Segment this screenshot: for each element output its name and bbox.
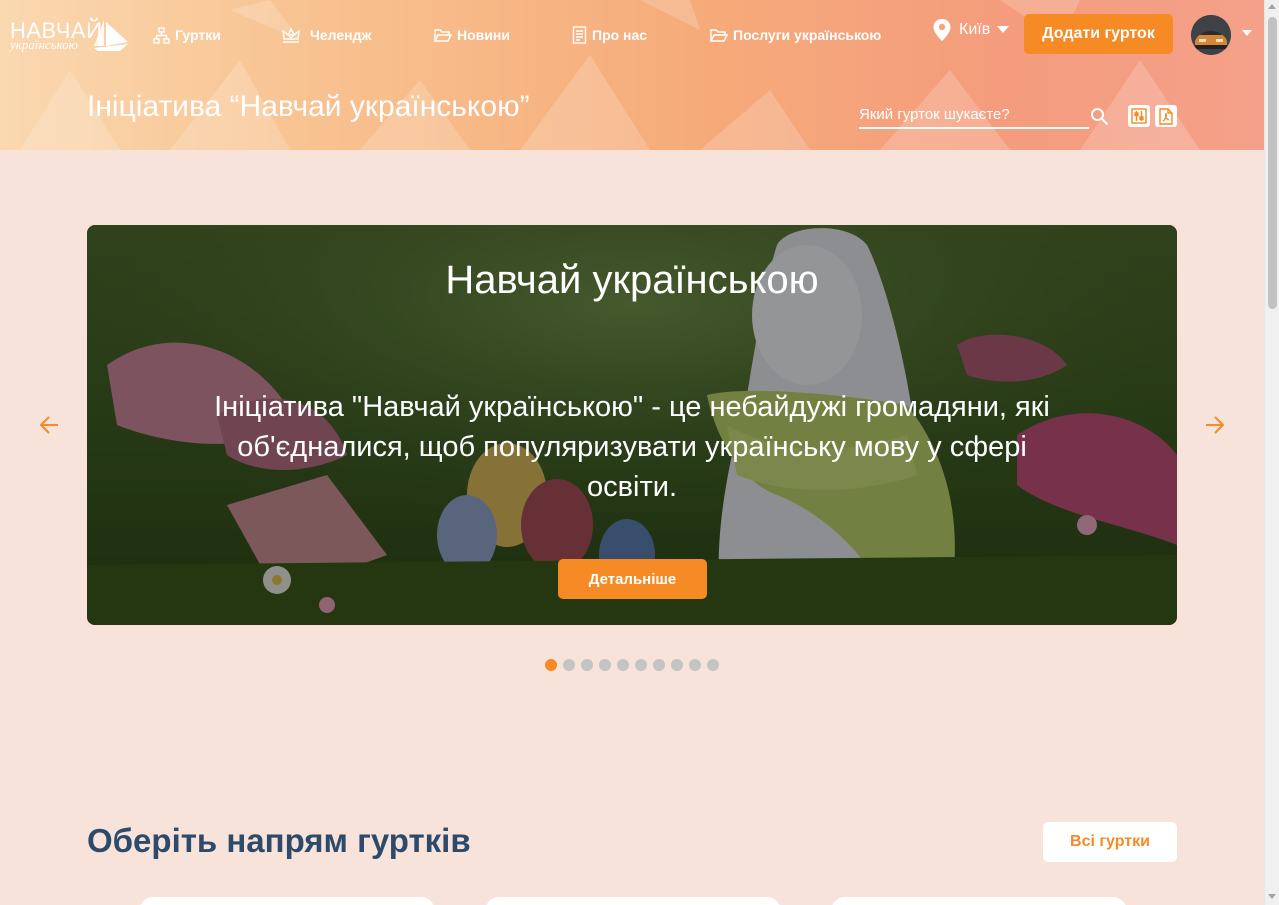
sitemap-icon xyxy=(153,26,170,44)
nav-item-label: Про нас xyxy=(592,27,648,43)
scroll-down-icon[interactable] xyxy=(1268,894,1276,899)
arrow-left-icon[interactable] xyxy=(38,414,60,436)
carousel-dot[interactable] xyxy=(563,659,575,671)
city-label: Київ xyxy=(959,21,991,38)
nav-item-label: Гуртки xyxy=(175,27,221,43)
document-icon xyxy=(572,26,587,44)
header: НАВЧАЙ українською Гуртки Челендж Новини… xyxy=(0,0,1264,150)
nav-item-label: Послуги українською xyxy=(733,27,882,43)
carousel-text: Ініціатива "Навчай українською" - це неб… xyxy=(214,391,1050,503)
car-photo-icon xyxy=(1191,15,1231,55)
search-field xyxy=(859,101,1089,129)
avatar[interactable] xyxy=(1191,15,1231,55)
add-club-button[interactable]: Додати гурток xyxy=(1024,14,1173,54)
nav-item-challenge[interactable]: Челендж xyxy=(281,24,371,46)
scrollbar[interactable] xyxy=(1264,0,1279,905)
carousel-dot[interactable] xyxy=(671,659,683,671)
carousel-dot[interactable] xyxy=(581,659,593,671)
city-selector[interactable]: Київ xyxy=(932,18,1010,42)
arrow-right-icon[interactable] xyxy=(1204,414,1226,436)
nav-item-services[interactable]: Послуги українською xyxy=(710,24,881,46)
details-button[interactable]: Детальніше xyxy=(558,559,707,599)
scroll-thumb[interactable] xyxy=(1268,17,1277,309)
search-input[interactable] xyxy=(859,101,1089,127)
nav-item-hurtky[interactable]: Гуртки xyxy=(153,24,221,46)
nav-item-news[interactable]: Новини xyxy=(434,24,510,46)
section-title: Оберіть напрям гуртків xyxy=(87,822,471,859)
all-clubs-button[interactable]: Всі гуртки xyxy=(1043,822,1177,862)
logo[interactable]: НАВЧАЙ українською xyxy=(10,16,132,56)
carousel-dot[interactable] xyxy=(707,659,719,671)
carousel-title: Навчай українською xyxy=(445,258,819,302)
nav-item-label: Челендж xyxy=(310,27,372,43)
filter-settings-button[interactable] xyxy=(1128,105,1150,127)
carousel-dot[interactable] xyxy=(617,659,629,671)
user-menu-caret-icon[interactable] xyxy=(1242,30,1252,37)
carousel-dot[interactable] xyxy=(599,659,611,671)
pdf-file-icon xyxy=(1159,107,1173,125)
sliders-icon xyxy=(1131,108,1147,124)
scroll-up-icon[interactable] xyxy=(1268,4,1276,9)
crown-icon xyxy=(282,26,300,43)
carousel-dot[interactable] xyxy=(653,659,665,671)
direction-card[interactable] xyxy=(831,897,1127,905)
direction-card[interactable] xyxy=(139,897,435,905)
folder-open-icon xyxy=(710,28,728,42)
pdf-export-button[interactable] xyxy=(1155,105,1177,127)
carousel-dot[interactable] xyxy=(635,659,647,671)
carousel-dot[interactable] xyxy=(545,659,557,671)
caret-down-icon xyxy=(997,26,1010,33)
nav-item-about[interactable]: Про нас xyxy=(572,24,647,46)
map-pin-icon xyxy=(933,19,951,41)
carousel-dot[interactable] xyxy=(689,659,701,671)
direction-card[interactable] xyxy=(485,897,781,905)
nav-item-label: Новини xyxy=(457,27,510,43)
carousel-dots xyxy=(545,659,719,671)
page-title: Ініціатива “Навчай українською” xyxy=(87,90,530,123)
paper-boat-icon xyxy=(94,20,128,51)
search-icon[interactable] xyxy=(1090,107,1109,126)
logo-subtitle: українською xyxy=(10,37,78,52)
folder-open-icon xyxy=(434,28,452,42)
